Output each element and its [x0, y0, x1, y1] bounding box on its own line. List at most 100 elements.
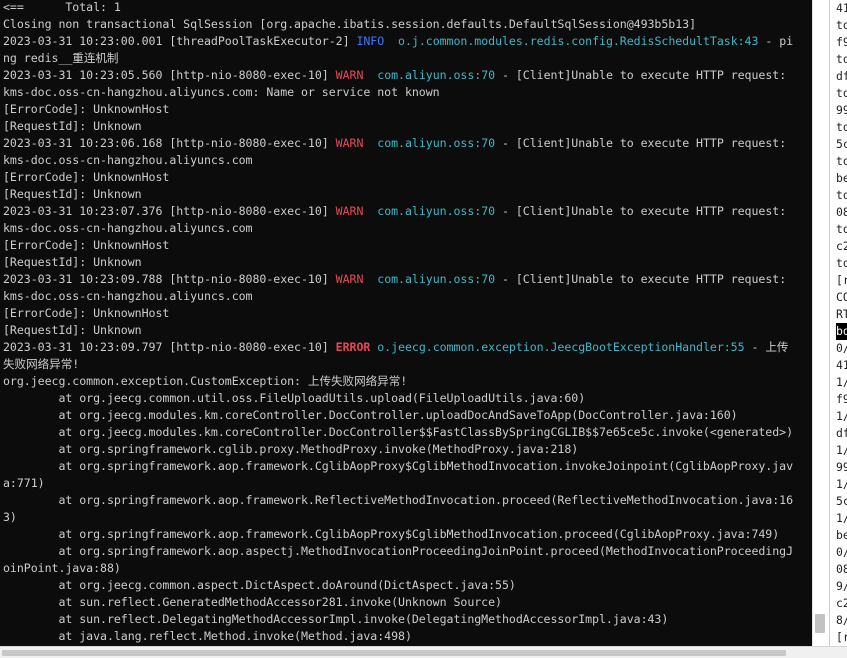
log-line: ng redis__重连机制	[3, 50, 808, 67]
log-text-segment: 2023-03-31 10:23:06.168 [http-nio-8080-e…	[3, 136, 336, 150]
log-text-segment	[363, 272, 377, 286]
side-panel-line: 0/	[836, 341, 847, 355]
log-text-segment: [ErrorCode]: UnknownHost	[3, 306, 170, 320]
console-output[interactable]: <== Total: 1 Closing non transactional Sq…	[0, 0, 812, 646]
log-line: at org.springframework.aop.framework.Cgl…	[3, 458, 808, 475]
log-line: [ErrorCode]: UnknownHost	[3, 101, 808, 118]
log-text-segment: at org.springframework.aop.aspectj.Metho…	[3, 544, 794, 558]
log-warn-segment: WARN	[335, 272, 364, 286]
side-panel-line: 1/	[836, 443, 847, 457]
side-panel-line: be	[836, 171, 847, 185]
side-panel-line: 9/	[836, 579, 847, 593]
log-line: Closing non transactional SqlSession [or…	[3, 16, 808, 33]
log-text-segment: at org.springframework.aop.framework.Cgl…	[3, 527, 780, 541]
log-text-segment: 失败网络异常!	[3, 357, 80, 371]
log-text-segment: - [Client]Unable to execute HTTP request…	[495, 272, 787, 286]
side-panel-line: to	[836, 52, 847, 66]
side-panel-line: f9	[836, 392, 847, 406]
side-panel-line: 1/	[836, 375, 847, 389]
side-panel-line: 41	[836, 358, 847, 372]
log-line: 3)	[3, 509, 808, 526]
log-text-segment: 2023-03-31 10:23:07.376 [http-nio-8080-e…	[3, 204, 336, 218]
horizontal-scroll-thumb[interactable]	[2, 650, 786, 656]
log-text-segment: ng redis__重连机制	[3, 51, 119, 65]
side-panel-line: c2	[836, 239, 847, 253]
log-text-segment: - 上传	[744, 340, 789, 354]
log-text-segment: 2023-03-31 10:23:00.001 [threadPoolTaskE…	[3, 34, 357, 48]
log-text-segment: <== Total: 1	[3, 0, 121, 14]
log-info-segment: INFO	[356, 34, 385, 48]
vertical-scroll-thumb[interactable]	[815, 614, 825, 634]
log-text-segment: - [Client]Unable to execute HTTP request…	[495, 68, 787, 82]
log-line: kms-doc.oss-cn-hangzhou.aliyuncs.com: Na…	[3, 84, 808, 101]
log-text-segment: - [Client]Unable to execute HTTP request…	[495, 204, 787, 218]
side-panel-line: to	[836, 154, 847, 168]
log-text-segment: at sun.reflect.GeneratedMethodAccessor28…	[3, 595, 502, 609]
log-text-segment: 2023-03-31 10:23:09.788 [http-nio-8080-e…	[3, 272, 336, 286]
log-line: org.jeecg.common.exception.CustomExcepti…	[3, 373, 808, 390]
log-text-segment: [ErrorCode]: UnknownHost	[3, 238, 170, 252]
log-line: at org.springframework.cglib.proxy.Metho…	[3, 441, 808, 458]
side-panel-line: 1/	[836, 409, 847, 423]
vertical-scrollbar[interactable]	[812, 0, 830, 646]
log-line: kms-doc.oss-cn-hangzhou.aliyuncs.com	[3, 152, 808, 169]
log-text-segment	[363, 136, 377, 150]
side-panel-line: 1/	[836, 511, 847, 525]
side-panel-line: 99	[836, 460, 847, 474]
side-panel-line: df	[836, 69, 847, 83]
log-line: 2023-03-31 10:23:06.168 [http-nio-8080-e…	[3, 135, 808, 152]
side-panel-line: bo	[836, 323, 847, 340]
log-cyan-segment: com.aliyun.oss:70	[377, 204, 496, 218]
side-panel-line: df	[836, 426, 847, 440]
log-text-segment: at org.springframework.cglib.proxy.Metho…	[3, 442, 579, 456]
log-warn-segment: WARN	[335, 136, 364, 150]
log-line: at sun.reflect.GeneratedMethodAccessor28…	[3, 594, 808, 611]
side-panel-line: to	[836, 120, 847, 134]
log-text-segment: at org.springframework.aop.framework.Cgl…	[3, 459, 794, 473]
log-err-segment: ERROR	[335, 340, 371, 354]
terminal-window: <== Total: 1 Closing non transactional Sq…	[0, 0, 847, 658]
log-line: [ErrorCode]: UnknownHost	[3, 169, 808, 186]
log-cyan-segment: com.aliyun.oss:70	[377, 136, 496, 150]
log-text-segment: at org.jeecg.common.util.oss.FileUploadU…	[3, 391, 586, 405]
log-line: [ErrorCode]: UnknownHost	[3, 305, 808, 322]
log-line: at org.jeecg.modules.km.coreController.D…	[3, 407, 808, 424]
side-panel-line: [r	[836, 630, 847, 644]
side-panel-line: CO	[836, 290, 847, 304]
log-text-segment: kms-doc.oss-cn-hangzhou.aliyuncs.com	[3, 289, 253, 303]
log-cyan-segment: o.jeecg.common.exception.JeecgBootExcept…	[377, 340, 745, 354]
console-lines: <== Total: 1 Closing non transactional Sq…	[3, 0, 808, 645]
log-line: 2023-03-31 10:23:00.001 [threadPoolTaskE…	[3, 33, 808, 50]
side-panel-line: [r	[836, 273, 847, 287]
log-line: a:771)	[3, 475, 808, 492]
log-text-segment: Closing non transactional SqlSession [or…	[3, 17, 697, 31]
side-panel-line: to	[836, 86, 847, 100]
log-text-segment: kms-doc.oss-cn-hangzhou.aliyuncs.com	[3, 221, 253, 235]
log-line: kms-doc.oss-cn-hangzhou.aliyuncs.com	[3, 220, 808, 237]
log-text-segment: [RequestId]: Unknown	[3, 323, 142, 337]
log-line: at sun.reflect.DelegatingMethodAccessorI…	[3, 611, 808, 628]
side-panel-line: 08	[836, 562, 847, 576]
log-line: 2023-03-31 10:23:05.560 [http-nio-8080-e…	[3, 67, 808, 84]
side-panel-line: 5c	[836, 137, 847, 151]
log-warn-segment: WARN	[335, 204, 364, 218]
log-line: [RequestId]: Unknown	[3, 254, 808, 271]
log-cyan-segment: o.j.common.modules.redis.config.RedisSch…	[398, 34, 759, 48]
side-panel-line: f9	[836, 35, 847, 49]
side-panel-line: to	[836, 188, 847, 202]
log-text-segment: [RequestId]: Unknown	[3, 255, 142, 269]
log-text-segment: [RequestId]: Unknown	[3, 187, 142, 201]
side-panel-line: 0/	[836, 545, 847, 559]
side-panel-line: to	[836, 18, 847, 32]
side-panel-line: 8/	[836, 613, 847, 627]
log-line: 失败网络异常!	[3, 356, 808, 373]
log-text-segment: at org.jeecg.common.aspect.DictAspect.do…	[3, 578, 516, 592]
side-panel-line: to	[836, 222, 847, 236]
side-panel-line: be	[836, 528, 847, 542]
horizontal-scrollbar[interactable]	[0, 646, 847, 658]
side-panel-line: 08	[836, 205, 847, 219]
log-line: at org.jeecg.modules.km.coreController.D…	[3, 424, 808, 441]
side-panel-line: 5c	[836, 494, 847, 508]
log-text-segment: 2023-03-31 10:23:09.797 [http-nio-8080-e…	[3, 340, 336, 354]
log-text-segment: kms-doc.oss-cn-hangzhou.aliyuncs.com	[3, 153, 253, 167]
